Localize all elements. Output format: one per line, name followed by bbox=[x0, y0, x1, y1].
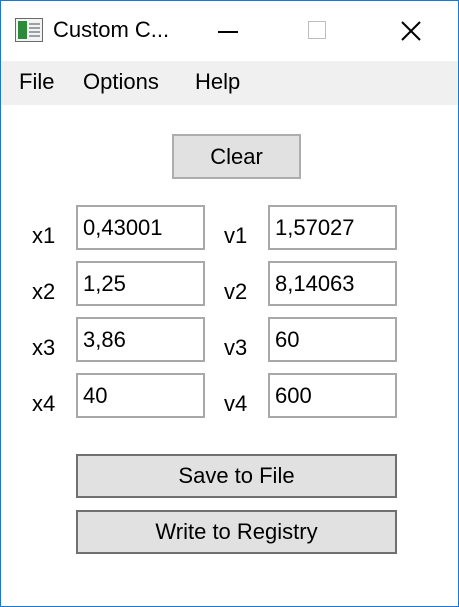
menu-bar: File Options Help bbox=[1, 61, 458, 105]
title-bar[interactable]: Custom C... bbox=[1, 1, 458, 61]
x2-label: x2 bbox=[32, 279, 56, 304]
maximize-button[interactable] bbox=[287, 1, 347, 61]
v1-field[interactable] bbox=[268, 205, 397, 250]
maximize-icon bbox=[308, 21, 326, 39]
write-to-registry-button[interactable]: Write to Registry bbox=[76, 510, 397, 554]
x2-field[interactable] bbox=[76, 261, 205, 306]
x3-field[interactable] bbox=[76, 317, 205, 362]
menu-options[interactable]: Options bbox=[83, 69, 159, 95]
x1-label: x1 bbox=[32, 223, 56, 248]
clear-button[interactable]: Clear bbox=[172, 134, 301, 179]
save-to-file-button[interactable]: Save to File bbox=[76, 454, 397, 498]
x1-field[interactable] bbox=[76, 205, 205, 250]
x3-label: x3 bbox=[32, 335, 56, 360]
minimize-button[interactable] bbox=[199, 1, 259, 61]
v3-label: v3 bbox=[224, 335, 248, 360]
app-window: Custom C... File Options Help Clear x1 x… bbox=[0, 0, 459, 607]
v2-label: v2 bbox=[224, 279, 248, 304]
x4-label: x4 bbox=[32, 391, 56, 416]
close-icon bbox=[401, 21, 421, 41]
menu-file[interactable]: File bbox=[19, 69, 54, 95]
window-title: Custom C... bbox=[53, 17, 170, 42]
v1-label: v1 bbox=[224, 223, 248, 248]
minimize-icon bbox=[218, 31, 238, 33]
v2-field[interactable] bbox=[268, 261, 397, 306]
v4-field[interactable] bbox=[268, 373, 397, 418]
v3-field[interactable] bbox=[268, 317, 397, 362]
app-icon bbox=[15, 18, 43, 42]
x4-field[interactable] bbox=[76, 373, 205, 418]
menu-help[interactable]: Help bbox=[195, 69, 240, 95]
close-button[interactable] bbox=[381, 1, 441, 61]
v4-label: v4 bbox=[224, 391, 248, 416]
